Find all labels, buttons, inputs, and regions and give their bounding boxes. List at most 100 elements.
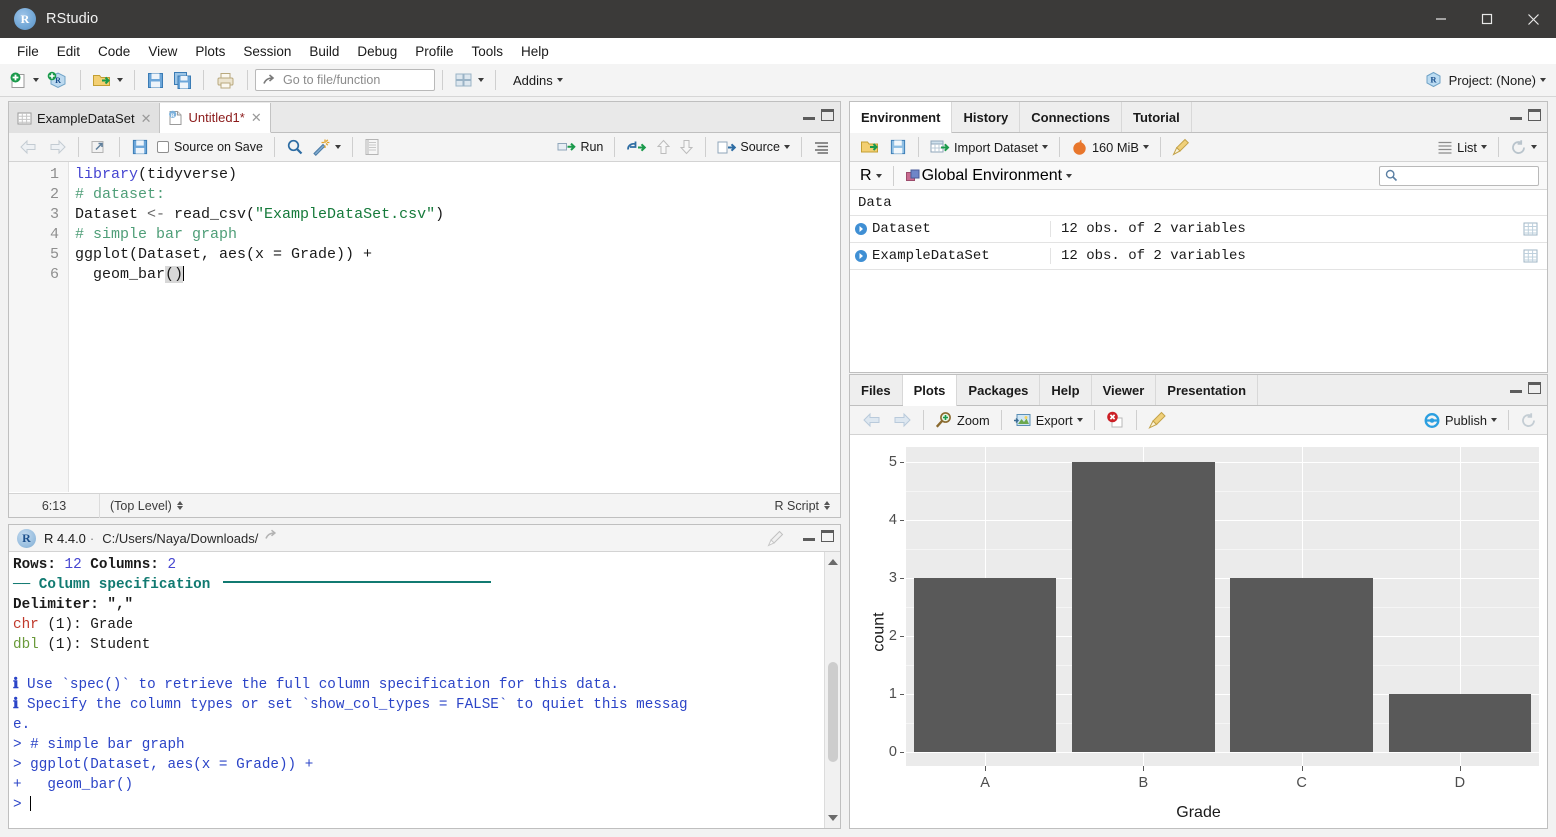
console-scrollbar[interactable] xyxy=(824,552,840,828)
tab-help[interactable]: Help xyxy=(1040,375,1091,405)
chevron-down-icon[interactable] xyxy=(784,145,790,149)
source-save-button[interactable] xyxy=(127,135,153,160)
tab-history[interactable]: History xyxy=(952,102,1020,132)
close-icon[interactable]: ✕ xyxy=(141,112,152,125)
stepper-icon[interactable] xyxy=(177,501,183,510)
import-dataset-button[interactable]: Import Dataset xyxy=(926,135,1052,160)
menu-code[interactable]: Code xyxy=(89,41,139,62)
menu-view[interactable]: View xyxy=(139,41,186,62)
menu-file[interactable]: File xyxy=(8,41,48,62)
environment-search-input[interactable] xyxy=(1379,166,1539,186)
tab-files[interactable]: Files xyxy=(850,375,903,405)
maximize-icon[interactable] xyxy=(1464,0,1510,38)
global-environment-selector[interactable]: Global Environment xyxy=(901,163,1077,188)
tab-viewer[interactable]: Viewer xyxy=(1092,375,1157,405)
chevron-down-icon[interactable] xyxy=(117,78,123,82)
find-replace-button[interactable] xyxy=(282,135,308,160)
chevron-down-icon[interactable] xyxy=(1042,145,1048,149)
code-editor[interactable]: 1 2 3 4 5 6 library(tidyverse)# dataset:… xyxy=(9,162,840,492)
stepper-icon[interactable] xyxy=(824,501,830,510)
chevron-down-icon[interactable] xyxy=(1143,145,1149,149)
new-file-button[interactable] xyxy=(6,68,43,93)
scope-selector[interactable]: (Top Level) xyxy=(100,494,193,518)
chevron-down-icon[interactable] xyxy=(1077,418,1083,422)
clear-console-icon[interactable] xyxy=(767,530,784,552)
addins-button[interactable]: Addins xyxy=(503,68,567,93)
chevron-down-icon[interactable] xyxy=(1481,145,1487,149)
checkbox-box[interactable] xyxy=(157,141,169,153)
pane-layout-button[interactable] xyxy=(450,68,488,93)
language-selector[interactable]: R xyxy=(856,163,886,188)
chevron-down-icon[interactable] xyxy=(335,145,341,149)
source-back-button[interactable] xyxy=(15,135,43,160)
scrollbar-thumb[interactable] xyxy=(828,662,838,762)
chevron-down-icon[interactable] xyxy=(33,78,39,82)
chevron-down-icon[interactable] xyxy=(1531,145,1537,149)
next-chunk-button[interactable] xyxy=(675,135,698,160)
memory-usage-button[interactable]: 160 MiB xyxy=(1067,135,1153,160)
source-tab-untitled1[interactable]: R Untitled1* ✕ xyxy=(160,103,270,133)
minimize-pane-icon[interactable] xyxy=(803,531,815,541)
view-mode-button[interactable]: List xyxy=(1433,135,1491,160)
chevron-down-icon[interactable] xyxy=(1540,78,1546,82)
previous-plot-button[interactable] xyxy=(858,408,887,433)
compile-report-button[interactable] xyxy=(360,135,384,160)
expand-circle-icon[interactable] xyxy=(850,222,872,236)
menu-debug[interactable]: Debug xyxy=(348,41,406,62)
console-output[interactable]: Rows: 12 Columns: 2── Column specificati… xyxy=(9,552,840,828)
chevron-down-icon[interactable] xyxy=(1066,174,1072,178)
close-icon[interactable] xyxy=(1510,0,1556,38)
print-button[interactable] xyxy=(211,68,240,93)
menu-edit[interactable]: Edit xyxy=(48,41,89,62)
previous-chunk-button[interactable] xyxy=(652,135,675,160)
source-tab-exampledataset[interactable]: ExampleDataSet ✕ xyxy=(9,103,160,133)
load-workspace-button[interactable] xyxy=(856,135,885,160)
tab-packages[interactable]: Packages xyxy=(957,375,1040,405)
project-selector[interactable]: R Project: (None) xyxy=(1424,71,1546,89)
save-workspace-button[interactable] xyxy=(885,135,911,160)
tab-presentation[interactable]: Presentation xyxy=(1156,375,1258,405)
maximize-pane-icon[interactable] xyxy=(821,530,834,542)
minimize-pane-icon[interactable] xyxy=(1510,110,1522,120)
goto-file-function-input[interactable]: Go to file/function xyxy=(255,69,435,91)
refresh-plot-button[interactable] xyxy=(1516,408,1541,433)
scroll-down-icon[interactable] xyxy=(828,811,838,825)
save-all-button[interactable] xyxy=(169,68,196,93)
clear-environment-button[interactable] xyxy=(1168,135,1194,160)
maximize-pane-icon[interactable] xyxy=(1528,382,1541,394)
minimize-pane-icon[interactable] xyxy=(1510,383,1522,393)
source-button[interactable]: Source xyxy=(713,135,794,160)
menu-plots[interactable]: Plots xyxy=(186,41,234,62)
expand-circle-icon[interactable] xyxy=(850,249,872,263)
remove-plot-button[interactable] xyxy=(1102,408,1129,433)
view-table-icon[interactable] xyxy=(1513,222,1547,236)
chevron-down-icon[interactable] xyxy=(1491,418,1497,422)
run-button[interactable]: Run xyxy=(553,135,607,160)
file-type-selector[interactable]: R Script xyxy=(765,494,840,518)
chevron-down-icon[interactable] xyxy=(557,78,563,82)
view-table-icon[interactable] xyxy=(1513,249,1547,263)
tab-plots[interactable]: Plots xyxy=(903,375,958,407)
menu-profile[interactable]: Profile xyxy=(406,41,462,62)
menu-session[interactable]: Session xyxy=(234,41,300,62)
chevron-down-icon[interactable] xyxy=(876,174,882,178)
tab-tutorial[interactable]: Tutorial xyxy=(1122,102,1192,132)
document-outline-button[interactable] xyxy=(809,135,834,160)
maximize-pane-icon[interactable] xyxy=(1528,109,1541,121)
source-forward-button[interactable] xyxy=(43,135,71,160)
save-button[interactable] xyxy=(142,68,169,93)
menu-tools[interactable]: Tools xyxy=(462,41,512,62)
zoom-plot-button[interactable]: Zoom xyxy=(931,408,994,433)
tab-environment[interactable]: Environment xyxy=(850,102,952,134)
maximize-pane-icon[interactable] xyxy=(821,109,834,121)
chevron-down-icon[interactable] xyxy=(478,78,484,82)
scroll-up-icon[interactable] xyxy=(828,555,838,569)
minimize-icon[interactable] xyxy=(1418,0,1464,38)
plot-canvas[interactable]: count 012345 ABCD Grade xyxy=(850,435,1547,828)
menu-help[interactable]: Help xyxy=(512,41,558,62)
next-plot-button[interactable] xyxy=(887,408,916,433)
refresh-environment-button[interactable] xyxy=(1506,135,1541,160)
open-file-button[interactable] xyxy=(88,68,127,93)
source-on-save-checkbox[interactable]: Source on Save xyxy=(153,135,267,160)
close-icon[interactable]: ✕ xyxy=(251,111,262,124)
